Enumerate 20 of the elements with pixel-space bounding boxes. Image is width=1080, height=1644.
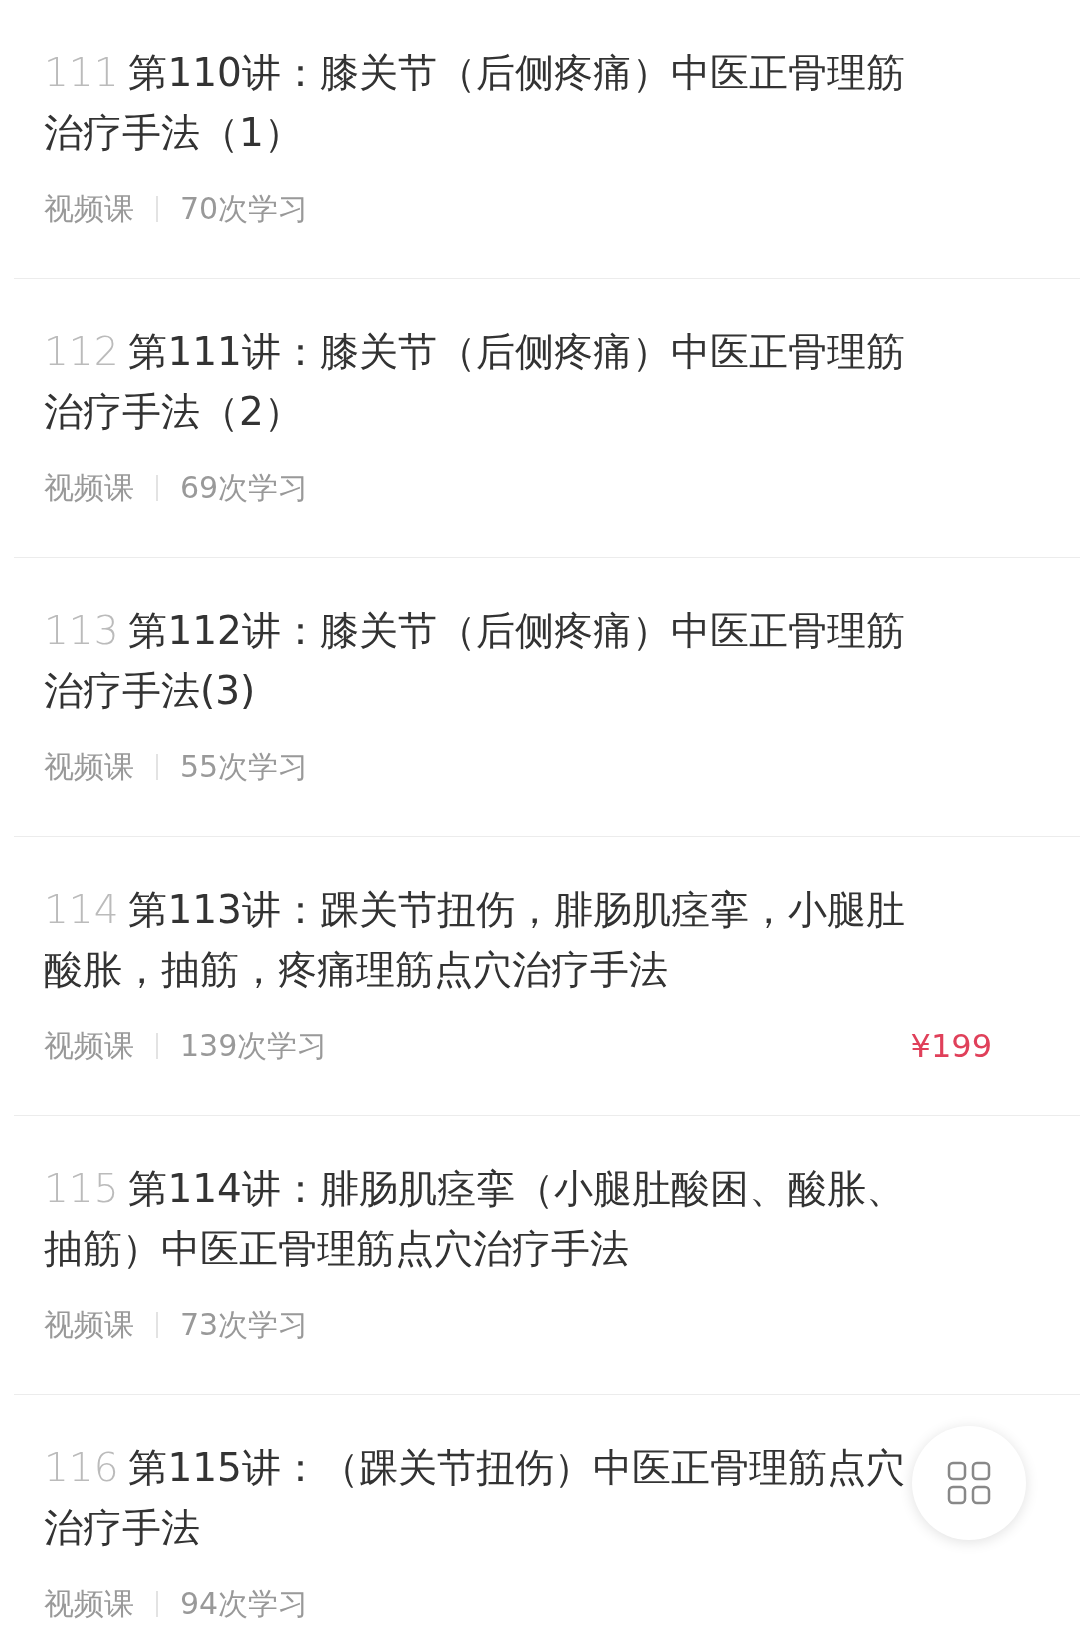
study-count: 70次学习: [180, 189, 309, 228]
lesson-type: 视频课: [44, 747, 134, 786]
price: ¥199: [910, 1027, 992, 1065]
lesson-type: 视频课: [44, 1026, 134, 1065]
lesson-title[interactable]: 112 第111讲：膝关节（后侧疼痛）中医正骨理筋治疗手法（2）: [44, 322, 908, 442]
lesson-title[interactable]: 113 第112讲：膝关节（后侧疼痛）中医正骨理筋治疗手法(3): [44, 601, 908, 721]
lesson-type: 视频课: [44, 1305, 134, 1344]
study-count: 94次学习: [180, 1584, 309, 1623]
grid-icon: [947, 1461, 991, 1505]
lesson-title[interactable]: 111 第110讲：膝关节（后侧疼痛）中医正骨理筋治疗手法（1）: [44, 43, 908, 163]
study-count: 139次学习: [180, 1026, 328, 1065]
lesson-title[interactable]: 116 第115讲：（踝关节扭伤）中医正骨理筋点穴治疗手法: [44, 1438, 908, 1558]
study-count: 69次学习: [180, 468, 309, 507]
lesson-type: 视频课: [44, 468, 134, 507]
study-count: 73次学习: [180, 1305, 309, 1344]
lesson-type: 视频课: [44, 1584, 134, 1623]
study-count: 55次学习: [180, 747, 309, 786]
lesson-type: 视频课: [44, 189, 134, 228]
lesson-title[interactable]: 114 第113讲：踝关节扭伤，腓肠肌痉挛，小腿肚酸胀，抽筋，疼痛理筋点穴治疗手法: [44, 880, 908, 1000]
lesson-title[interactable]: 115 第114讲：腓肠肌痉挛（小腿肚酸困、酸胀、抽筋）中医正骨理筋点穴治疗手法: [44, 1159, 908, 1279]
